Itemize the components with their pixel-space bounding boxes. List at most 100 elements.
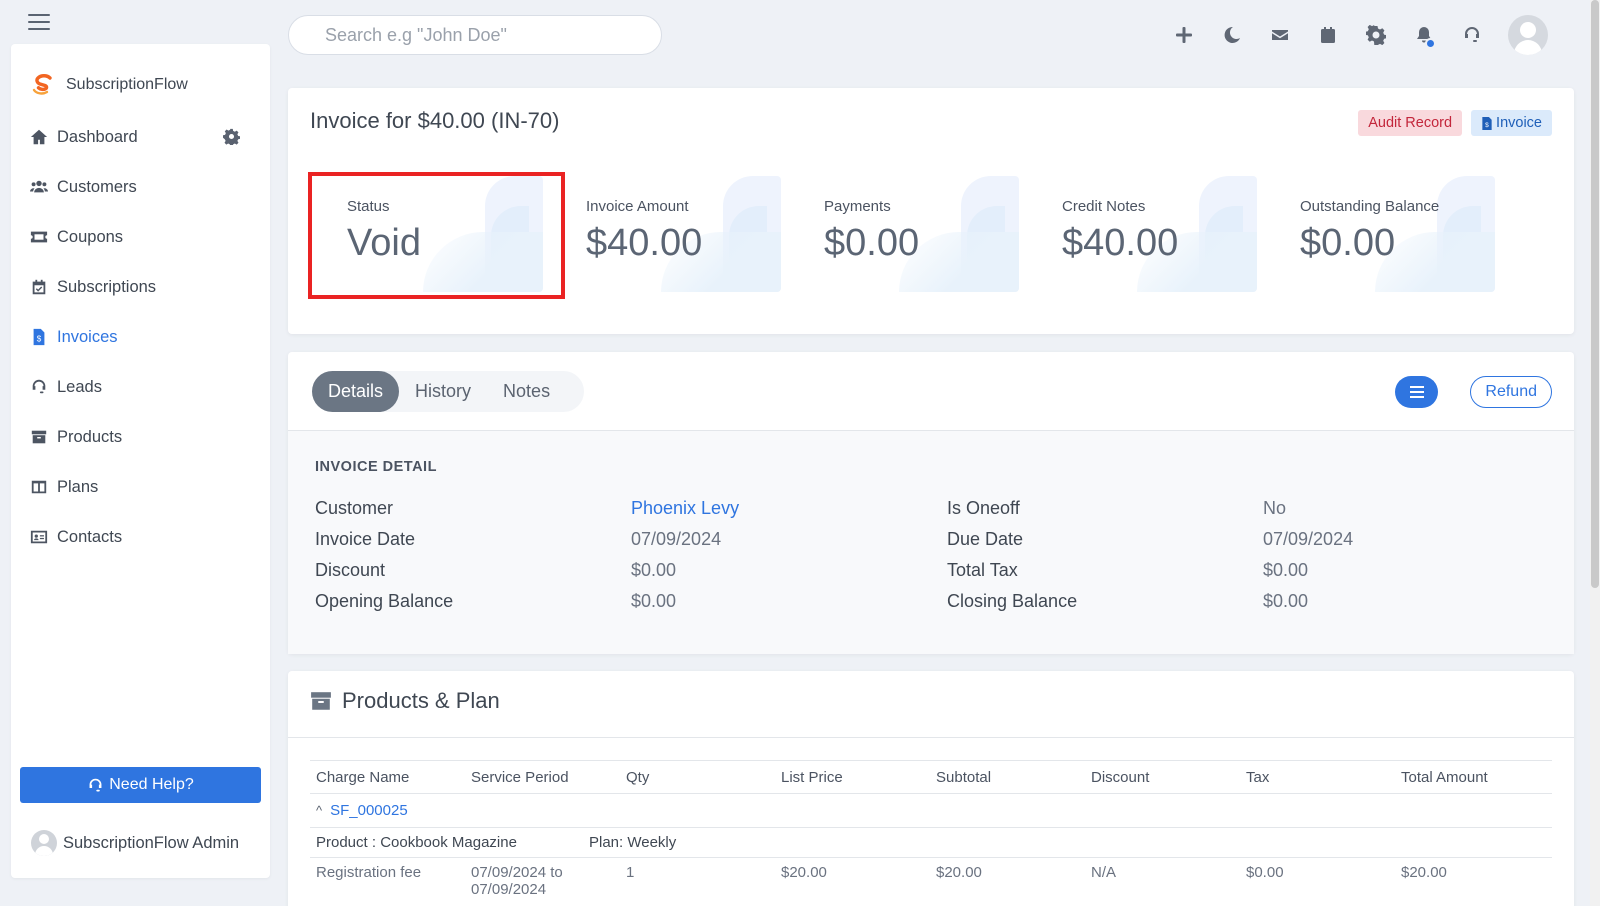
product-label: Product : Cookbook Magazine [316,834,517,851]
user-avatar[interactable] [1508,15,1548,55]
sidebar-item-label: Subscriptions [57,277,157,296]
detail-value: 07/09/2024 [1263,529,1354,549]
sidebar-item-label: Dashboard [57,127,138,146]
stat-invoice-amount: Invoice Amount $40.00 [571,176,781,292]
gear-icon[interactable] [1352,15,1400,55]
subscription-link[interactable]: ^ SF_000025 [310,802,408,819]
columns-icon [29,477,49,497]
sidebar: SubscriptionFlow Dashboard Customers Cou… [11,44,270,878]
invoice-badge[interactable]: $ Invoice [1471,110,1552,136]
admin-profile[interactable]: SubscriptionFlow Admin [31,830,239,856]
detail-value: 07/09/2024 [631,529,722,549]
headset-icon [29,377,49,397]
divider [288,737,1574,738]
envelope-icon[interactable] [1256,15,1304,55]
stat-payments: Payments $0.00 [809,176,1019,292]
headset-icon[interactable] [1448,15,1496,55]
sidebar-item-products[interactable]: Products [11,412,270,462]
sidebar-item-subscriptions[interactable]: Subscriptions [11,262,270,312]
stat-label: Payments [824,198,891,215]
detail-label: Customer [315,498,394,518]
dashboard-settings-icon[interactable] [223,128,241,147]
sidebar-item-customers[interactable]: Customers [11,162,270,212]
stat-value: $0.00 [1300,222,1396,264]
invoice-detail-grid: Customer Phoenix Levy Is Oneoff No Invoi… [315,493,1579,617]
address-card-icon [29,527,49,547]
refund-button[interactable]: Refund [1470,376,1552,408]
table-header-row: Charge Name Service Period Qty List Pric… [310,760,1552,794]
detail-value: $0.00 [631,560,677,580]
column-header[interactable]: Total Amount [1395,769,1550,786]
column-header[interactable]: Charge Name [310,769,465,786]
tab-history[interactable]: History [399,371,487,412]
users-icon [29,177,49,197]
invoice-icon: $ [1482,116,1492,130]
page-scrollbar[interactable] [1590,0,1600,906]
detail-label: Is Oneoff [947,498,1020,518]
column-header[interactable]: Discount [1085,769,1240,786]
subscription-id[interactable]: SF_000025 [330,802,408,819]
sidebar-item-coupons[interactable]: Coupons [11,212,270,262]
home-icon [29,127,49,147]
svg-text:$: $ [37,335,42,344]
detail-row: Customer Phoenix Levy Is Oneoff No [315,493,1579,524]
sidebar-item-invoices[interactable]: $ Invoices [11,312,270,362]
detail-label: Discount [315,560,386,580]
qty: 1 [626,864,635,881]
audit-record-badge[interactable]: Audit Record [1358,110,1463,136]
column-header[interactable]: Subtotal [930,769,1085,786]
column-header[interactable]: Tax [1240,769,1395,786]
tab-notes[interactable]: Notes [487,371,566,412]
products-plan-card: Products & Plan Charge Name Service Peri… [288,671,1574,906]
column-header[interactable]: Service Period [465,769,620,786]
brand-name: SubscriptionFlow [66,76,188,93]
stat-status: Status Void [333,176,543,292]
admin-name: SubscriptionFlow Admin [63,833,240,852]
actions-menu-button[interactable] [1395,376,1438,408]
column-header[interactable]: Qty [620,769,775,786]
sidebar-item-label: Products [57,427,123,446]
customer-link[interactable]: Phoenix Levy [631,498,947,519]
detail-row: Opening Balance $0.00 Closing Balance $0… [315,586,1579,617]
search-input[interactable] [288,15,662,55]
chevron-up-icon[interactable]: ^ [316,803,322,818]
need-help-button[interactable]: Need Help? [20,767,261,803]
stat-label: Credit Notes [1062,198,1146,215]
plus-icon[interactable] [1160,15,1208,55]
calendar-icon[interactable] [1304,15,1352,55]
archive-icon [29,427,49,447]
plan-label: Plan: Weekly [589,834,677,851]
list-icon [1409,385,1424,400]
sidebar-nav: Dashboard Customers Coupons Subscription… [11,112,270,562]
archive-icon [311,692,331,710]
sidebar-item-contacts[interactable]: Contacts [11,512,270,562]
need-help-label: Need Help? [109,776,194,793]
stat-value: $40.00 [586,222,703,264]
hamburger-menu-icon[interactable] [28,14,50,30]
invoice-details-card: Details History Notes Refund INVOICE DET… [288,352,1574,654]
tax: $0.00 [1246,864,1284,881]
top-toolbar [1160,15,1548,55]
tab-details[interactable]: Details [312,371,400,412]
brand[interactable]: SubscriptionFlow [11,44,270,104]
calendar-check-icon [29,277,49,297]
sidebar-item-label: Invoices [57,327,118,346]
detail-label: Closing Balance [947,591,1078,611]
charge-name: Registration fee [316,864,422,881]
sidebar-item-label: Contacts [57,527,123,546]
section-heading: INVOICE DETAIL [315,459,437,475]
detail-label: Opening Balance [315,591,454,611]
detail-tabs: Details History Notes [312,371,585,412]
sidebar-item-dashboard[interactable]: Dashboard [11,112,270,162]
stat-outstanding-balance: Outstanding Balance $0.00 [1285,176,1495,292]
column-header[interactable]: List Price [775,769,930,786]
service-period-start: 07/09/2024 to [471,864,563,881]
invoice-icon: $ [29,327,49,347]
service-period-end: 07/09/2024 [471,881,547,898]
bell-icon[interactable] [1400,15,1448,55]
sidebar-item-leads[interactable]: Leads [11,362,270,412]
moon-icon[interactable] [1208,15,1256,55]
ticket-icon [29,227,49,247]
headset-icon [89,778,102,791]
sidebar-item-plans[interactable]: Plans [11,462,270,512]
